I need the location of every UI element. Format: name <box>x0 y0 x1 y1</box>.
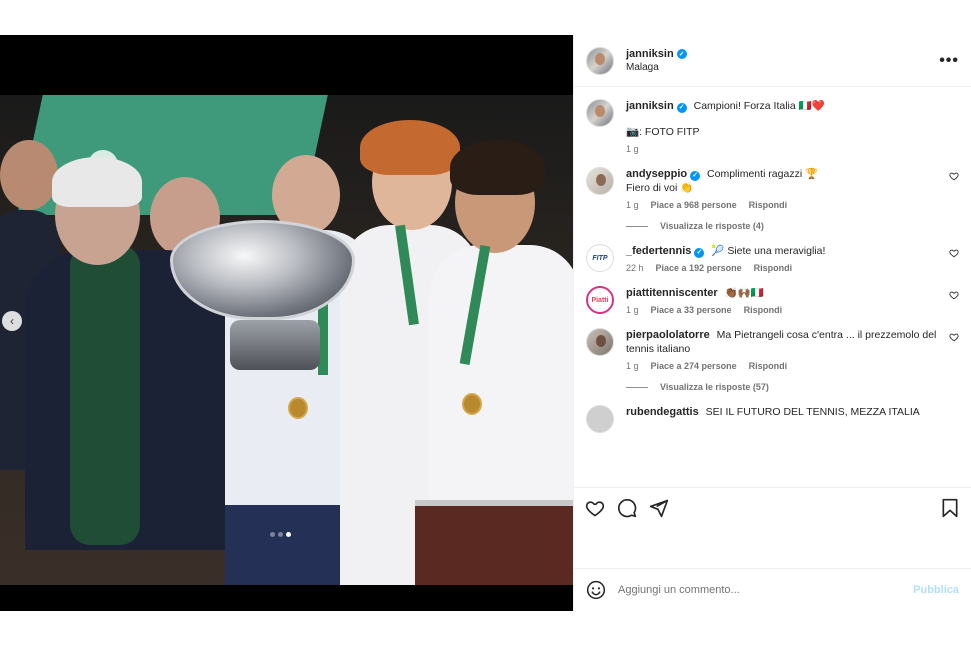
comment-username[interactable]: pierpaololatorre <box>626 329 710 341</box>
trophy-base <box>230 320 320 370</box>
more-icon[interactable]: ••• <box>939 52 959 70</box>
emoji-icon[interactable] <box>586 580 606 600</box>
share-icon[interactable] <box>648 497 670 519</box>
page: ‹ janniksin ✓ Malaga ••• janniksin ✓ Cam… <box>0 0 971 647</box>
caption-time[interactable]: 1 g <box>626 144 639 154</box>
heart-icon[interactable] <box>584 497 606 519</box>
comment-username[interactable]: andyseppio ✓ <box>626 168 701 181</box>
comment-likes[interactable]: Piace a 968 persone <box>651 200 737 210</box>
avatar[interactable]: Piatti <box>586 286 614 314</box>
bookmark-icon[interactable] <box>939 497 961 519</box>
post-sidebar: janniksin ✓ Malaga ••• janniksin ✓ Campio… <box>573 35 971 611</box>
comment-composer: Pubblica <box>574 569 971 611</box>
medal <box>288 397 308 419</box>
post-modal: ‹ janniksin ✓ Malaga ••• janniksin ✓ Cam… <box>0 35 971 611</box>
comment-text: Complimenti ragazzi 🏆 <box>707 168 819 180</box>
avatar[interactable] <box>586 328 614 356</box>
comment-likes[interactable]: Piace a 274 persone <box>651 361 737 371</box>
publish-button[interactable]: Pubblica <box>913 584 959 596</box>
heart-icon[interactable] <box>949 171 959 181</box>
likes-area <box>574 527 971 569</box>
carousel-dot <box>278 532 283 537</box>
trophy-box <box>415 500 573 585</box>
comment-likes[interactable]: Piace a 33 persone <box>651 305 732 315</box>
avatar[interactable] <box>586 405 614 433</box>
comment-input[interactable] <box>618 584 914 596</box>
comment-username[interactable]: piattitenniscenter <box>626 287 718 299</box>
verified-badge-icon: ✓ <box>676 49 687 59</box>
comment-time[interactable]: 1 g <box>626 305 639 315</box>
comment-text: 🎾 Siete una meraviglia! <box>711 245 826 257</box>
carousel-dots <box>270 532 291 537</box>
verified-badge-icon: ✓ <box>676 103 687 113</box>
comment: FITP _federtennis ✓ 🎾 Siete una meravigli… <box>586 244 959 273</box>
reply-button[interactable]: Rispondi <box>744 305 783 315</box>
post-media[interactable]: ‹ <box>0 35 573 611</box>
reply-button[interactable]: Rispondi <box>754 263 793 273</box>
comment-likes[interactable]: Piace a 192 persone <box>656 263 742 273</box>
post-location[interactable]: Malaga <box>626 62 687 73</box>
comment-text: 👏🏾🙌🏾🇮🇹 <box>724 287 764 299</box>
comment: andyseppio ✓ Complimenti ragazzi 🏆 Fiero … <box>586 167 959 210</box>
heart-icon[interactable] <box>949 332 959 342</box>
carousel-dot <box>270 532 275 537</box>
comment-icon[interactable] <box>616 497 638 519</box>
comment-time[interactable]: 1 g <box>626 200 639 210</box>
avatar[interactable] <box>586 99 614 127</box>
post-actions <box>574 487 971 527</box>
post-header: janniksin ✓ Malaga ••• <box>574 35 971 87</box>
view-replies-button[interactable]: Visualizza le risposte (4) <box>626 221 959 231</box>
carousel-prev-button[interactable]: ‹ <box>2 311 22 331</box>
reply-button[interactable]: Rispondi <box>749 361 788 371</box>
comment: rubendegattis SEI IL FUTURO DEL TENNIS, … <box>586 405 959 433</box>
comment-username[interactable]: _federtennis ✓ <box>626 245 705 258</box>
verified-badge-icon: ✓ <box>690 171 701 181</box>
medal <box>462 393 482 415</box>
chevron-left-icon: ‹ <box>10 314 14 328</box>
caption-text: Campioni! Forza Italia 🇮🇹❤️ <box>693 100 825 112</box>
caption-username[interactable]: janniksin ✓ <box>626 100 687 113</box>
heart-icon[interactable] <box>949 290 959 300</box>
comment: Piatti piattitenniscenter 👏🏾🙌🏾🇮🇹 1 g Pia… <box>586 286 959 315</box>
heart-icon[interactable] <box>949 248 959 258</box>
avatar[interactable] <box>586 167 614 195</box>
comment: pierpaololatorre Ma Pietrangeli cosa c'e… <box>586 328 959 371</box>
caption: janniksin ✓ Campioni! Forza Italia 🇮🇹❤️ 📷… <box>586 99 959 154</box>
verified-badge-icon: ✓ <box>694 248 705 258</box>
reply-button[interactable]: Rispondi <box>749 200 788 210</box>
view-replies-button[interactable]: Visualizza le risposte (57) <box>626 382 959 392</box>
comment-time[interactable]: 1 g <box>626 361 639 371</box>
post-author[interactable]: janniksin ✓ <box>626 48 687 60</box>
comment-text: Fiero di voi 👏 <box>626 182 694 194</box>
comment-time[interactable]: 22 h <box>626 263 644 273</box>
comment-username[interactable]: rubendegattis <box>626 406 699 418</box>
avatar[interactable] <box>586 46 614 75</box>
comments-list[interactable]: janniksin ✓ Campioni! Forza Italia 🇮🇹❤️ 📷… <box>574 87 971 487</box>
avatar[interactable]: FITP <box>586 244 614 272</box>
comment-text: SEI IL FUTURO DEL TENNIS, MEZZA ITALIA <box>705 406 920 418</box>
caption-credit: 📷: FOTO FITP <box>626 126 700 138</box>
post-photo <box>0 95 573 585</box>
carousel-dot <box>286 532 291 537</box>
